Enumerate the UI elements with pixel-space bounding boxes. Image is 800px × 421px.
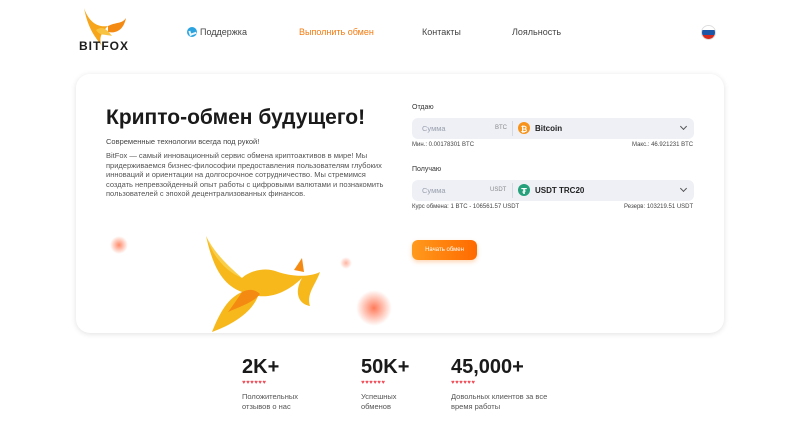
hero-subtitle: Современные технологии всегда под рукой! bbox=[106, 137, 260, 146]
hero-description: BitFox — самый инновационный сервис обме… bbox=[106, 151, 384, 199]
get-field: Сумма USDT ₮ USDT TRC20 bbox=[412, 180, 694, 201]
reserve: Резерв: 103219.51 USDT bbox=[624, 204, 694, 210]
nav-exchange[interactable]: Выполнить обмен bbox=[299, 27, 374, 37]
hero-title: Крипто-обмен будущего! bbox=[106, 106, 366, 129]
divider bbox=[512, 121, 513, 136]
get-coin-select[interactable]: USDT TRC20 bbox=[535, 186, 584, 195]
give-amount-input[interactable]: Сумма bbox=[422, 124, 446, 133]
stat-label: Довольных клиентов за все время работы bbox=[451, 392, 547, 412]
get-amount-input[interactable]: Сумма bbox=[422, 186, 446, 195]
nav-loyalty[interactable]: Лояльность bbox=[512, 27, 561, 37]
hearts-icon: ♥♥♥♥♥♥ bbox=[242, 380, 267, 386]
exchange-rate: Курс обмена: 1 BTC - 106561.57 USDT bbox=[412, 204, 520, 210]
give-min: Мин.: 0.00178301 BTC bbox=[412, 142, 475, 148]
glow-decoration bbox=[340, 257, 352, 269]
nav-support[interactable]: Поддержка bbox=[200, 27, 247, 37]
telegram-icon[interactable] bbox=[187, 27, 197, 37]
stat-label: Положительных отзывов о нас bbox=[242, 392, 298, 412]
start-exchange-button[interactable]: Начать обмен bbox=[412, 240, 477, 260]
give-label: Отдаю bbox=[412, 104, 434, 111]
stat-value: 2K+ bbox=[242, 356, 280, 378]
stat-label-line: отзывов о нас bbox=[242, 402, 291, 411]
logo-text[interactable]: BITFOX bbox=[79, 39, 129, 53]
hearts-icon: ♥♥♥♥♥♥ bbox=[361, 380, 386, 386]
chevron-down-icon[interactable] bbox=[679, 122, 688, 131]
header: BITFOX Поддержка Выполнить обмен Контакт… bbox=[0, 0, 800, 64]
divider bbox=[512, 183, 513, 198]
nav-contacts[interactable]: Контакты bbox=[422, 27, 461, 37]
get-label: Получаю bbox=[412, 166, 442, 173]
stat-label: Успешных обменов bbox=[361, 392, 397, 412]
give-currency-code: BTC bbox=[495, 125, 507, 131]
give-field: Сумма BTC ₿ Bitcoin bbox=[412, 118, 694, 139]
chevron-down-icon[interactable] bbox=[679, 184, 688, 193]
stat-label-line: обменов bbox=[361, 402, 391, 411]
svg-text:₿: ₿ bbox=[521, 125, 528, 134]
stat-value: 45,000+ bbox=[451, 356, 524, 378]
hearts-icon: ♥♥♥♥♥♥ bbox=[451, 380, 476, 386]
get-currency-code: USDT bbox=[490, 187, 507, 193]
give-coin-select[interactable]: Bitcoin bbox=[535, 124, 562, 133]
svg-text:₮: ₮ bbox=[521, 187, 527, 196]
language-flag-icon[interactable] bbox=[701, 25, 716, 40]
tether-icon: ₮ bbox=[518, 184, 530, 196]
fox-illustration-icon bbox=[206, 236, 320, 332]
glow-decoration bbox=[110, 236, 128, 254]
stat-value: 50K+ bbox=[361, 356, 410, 378]
stat-label-line: Довольных клиентов за все bbox=[451, 392, 548, 401]
stat-label-line: Положительных bbox=[242, 392, 298, 401]
stat-label-line: время работы bbox=[451, 402, 501, 411]
stat-label-line: Успешных bbox=[361, 392, 397, 401]
bitcoin-icon: ₿ bbox=[518, 122, 530, 134]
give-max: Макс.: 46.921231 BTC bbox=[632, 142, 694, 148]
glow-decoration bbox=[356, 290, 392, 326]
